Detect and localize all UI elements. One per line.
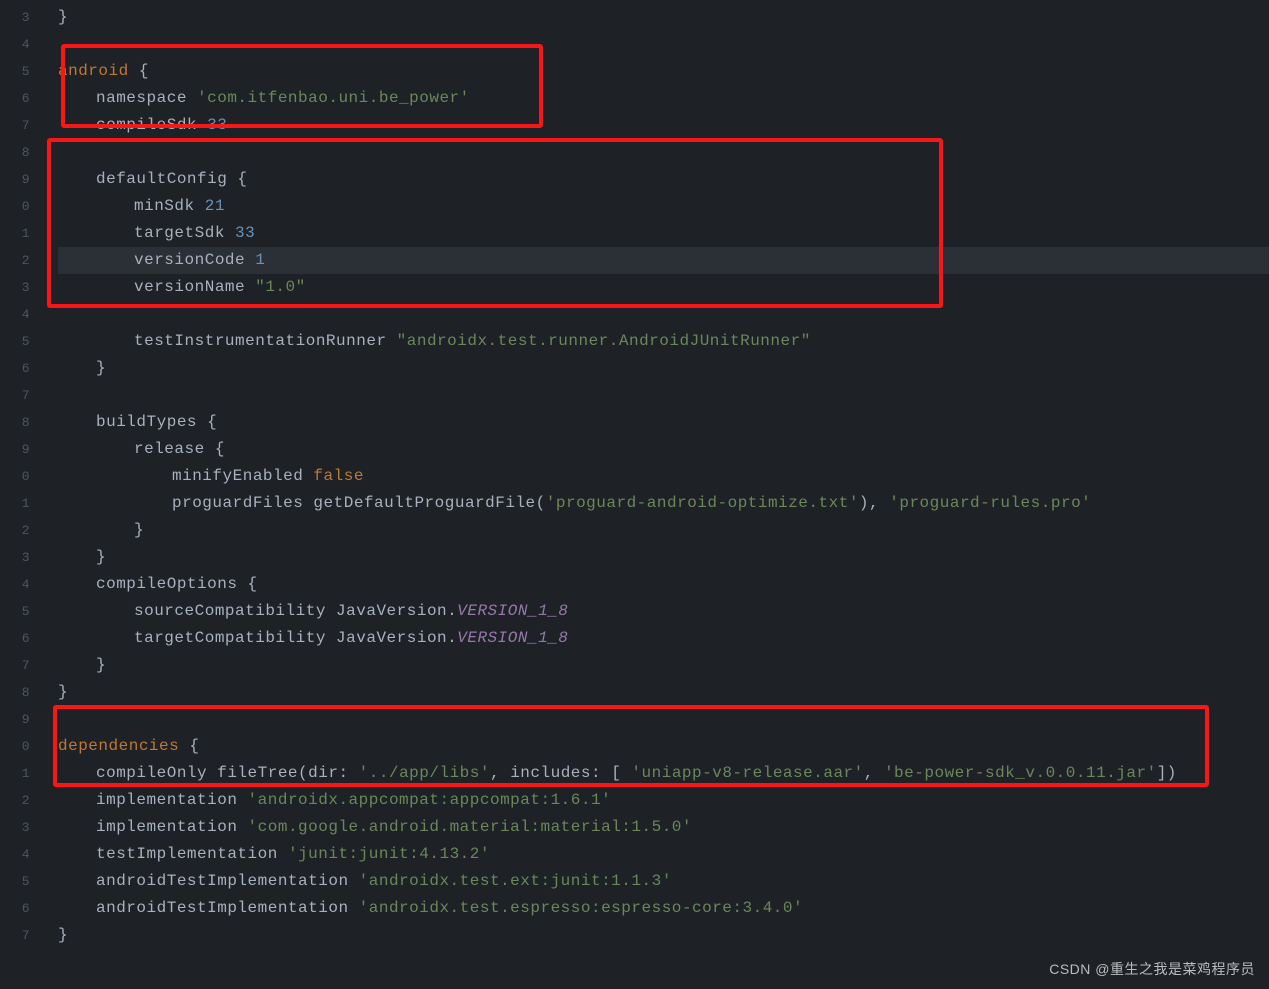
code-line: buildTypes { — [58, 409, 1269, 436]
line-number: 7 — [0, 112, 30, 139]
line-number: 0 — [0, 463, 30, 490]
line-number: 5 — [0, 328, 30, 355]
line-number: 4 — [0, 301, 30, 328]
line-number: 5 — [0, 868, 30, 895]
line-number: 1 — [0, 490, 30, 517]
line-number: 4 — [0, 841, 30, 868]
code-line: proguardFiles getDefaultProguardFile('pr… — [58, 490, 1269, 517]
code-editor[interactable]: 34567890123456789012345678901234567 } an… — [0, 0, 1269, 989]
line-number: 0 — [0, 193, 30, 220]
line-number: 2 — [0, 247, 30, 274]
code-line: } — [58, 679, 1269, 706]
line-number: 6 — [0, 85, 30, 112]
line-number: 0 — [0, 733, 30, 760]
code-line: release { — [58, 436, 1269, 463]
code-line: androidTestImplementation 'androidx.test… — [58, 868, 1269, 895]
code-line: sourceCompatibility JavaVersion.VERSION_… — [58, 598, 1269, 625]
line-number: 4 — [0, 571, 30, 598]
code-line — [58, 706, 1269, 733]
line-number: 7 — [0, 382, 30, 409]
line-number: 1 — [0, 760, 30, 787]
code-line: testImplementation 'junit:junit:4.13.2' — [58, 841, 1269, 868]
code-line: compileOnly fileTree(dir: '../app/libs',… — [58, 760, 1269, 787]
line-number: 8 — [0, 409, 30, 436]
code-line: testInstrumentationRunner "androidx.test… — [58, 328, 1269, 355]
line-number: 8 — [0, 139, 30, 166]
code-line — [58, 31, 1269, 58]
code-line: } — [58, 355, 1269, 382]
code-line: versionCode 1 — [58, 247, 1269, 274]
line-number: 3 — [0, 544, 30, 571]
code-line: compileOptions { — [58, 571, 1269, 598]
line-number: 9 — [0, 436, 30, 463]
code-line: minSdk 21 — [58, 193, 1269, 220]
code-line: defaultConfig { — [58, 166, 1269, 193]
code-line: } — [58, 652, 1269, 679]
line-number: 6 — [0, 625, 30, 652]
code-line: } — [58, 4, 1269, 31]
line-number: 7 — [0, 922, 30, 949]
code-line: targetSdk 33 — [58, 220, 1269, 247]
line-number: 5 — [0, 598, 30, 625]
line-number: 3 — [0, 814, 30, 841]
line-number: 9 — [0, 166, 30, 193]
code-line: } — [58, 517, 1269, 544]
code-line: androidTestImplementation 'androidx.test… — [58, 895, 1269, 922]
code-line: namespace 'com.itfenbao.uni.be_power' — [58, 85, 1269, 112]
line-number: 6 — [0, 355, 30, 382]
line-number: 8 — [0, 679, 30, 706]
line-number: 3 — [0, 4, 30, 31]
line-number-gutter: 34567890123456789012345678901234567 — [0, 0, 38, 989]
line-number: 6 — [0, 895, 30, 922]
code-line: compileSdk 33 — [58, 112, 1269, 139]
code-line: implementation 'com.google.android.mater… — [58, 814, 1269, 841]
code-line: dependencies { — [58, 733, 1269, 760]
code-line: targetCompatibility JavaVersion.VERSION_… — [58, 625, 1269, 652]
code-line — [58, 301, 1269, 328]
code-area[interactable]: } android { namespace 'com.itfenbao.uni.… — [58, 0, 1269, 949]
code-line: minifyEnabled false — [58, 463, 1269, 490]
code-line: } — [58, 544, 1269, 571]
line-number: 4 — [0, 31, 30, 58]
line-number: 3 — [0, 274, 30, 301]
line-number: 7 — [0, 652, 30, 679]
line-number: 9 — [0, 706, 30, 733]
code-line: versionName "1.0" — [58, 274, 1269, 301]
line-number: 1 — [0, 220, 30, 247]
line-number: 5 — [0, 58, 30, 85]
code-line: } — [58, 922, 1269, 949]
code-line — [58, 139, 1269, 166]
code-line: android { — [58, 58, 1269, 85]
line-number: 2 — [0, 517, 30, 544]
code-line: implementation 'androidx.appcompat:appco… — [58, 787, 1269, 814]
line-number: 2 — [0, 787, 30, 814]
watermark-text: CSDN @重生之我是菜鸡程序员 — [1049, 959, 1255, 979]
code-line — [58, 382, 1269, 409]
